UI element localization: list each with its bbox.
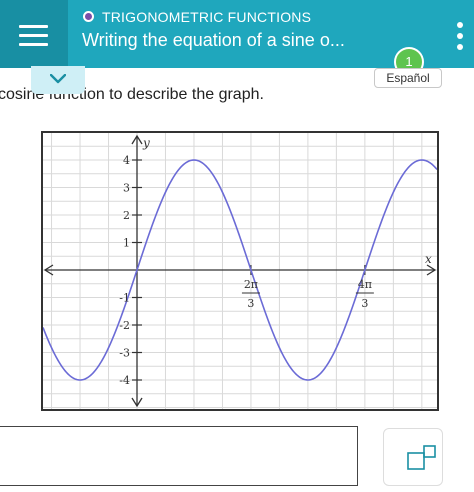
lesson-title: Writing the equation of a sine o... xyxy=(82,30,345,50)
menu-button[interactable] xyxy=(0,0,68,68)
y-tick-label: 1 xyxy=(123,237,130,250)
y-tick-label: -1 xyxy=(119,292,130,305)
y-tick-label: -3 xyxy=(119,347,130,360)
x-tick-denominator: 3 xyxy=(361,297,368,310)
language-button[interactable]: Español xyxy=(374,68,442,88)
y-axis-label: y xyxy=(142,136,150,150)
x-tick-numerator: 2π xyxy=(244,278,258,291)
y-tick-label: -2 xyxy=(119,319,130,332)
hamburger-line xyxy=(19,25,48,28)
equation-tool-button[interactable] xyxy=(383,428,443,486)
topic-label: TRIGONOMETRIC FUNCTIONS xyxy=(102,9,312,25)
sine-graph: xy4321-1-2-3-42π3-2π34π32π8π310π3 xyxy=(43,133,437,409)
y-tick-label: 4 xyxy=(123,154,130,167)
graph: xy4321-1-2-3-42π3-2π34π32π8π310π3 xyxy=(41,131,439,411)
chevron-down-icon xyxy=(50,74,66,84)
superscript-icon xyxy=(407,445,436,470)
collapse-toggle[interactable] xyxy=(31,66,85,94)
hamburger-line xyxy=(19,34,48,37)
y-tick-label: -4 xyxy=(119,374,130,387)
y-tick-label: 3 xyxy=(123,182,130,195)
y-tick-label: 2 xyxy=(123,209,130,222)
hamburger-line xyxy=(19,43,48,46)
x-tick-denominator: 3 xyxy=(247,297,254,310)
x-tick-numerator: 4π xyxy=(358,278,372,291)
answer-input[interactable] xyxy=(0,426,358,486)
topic-dot-icon xyxy=(83,11,94,22)
x-axis-label: x xyxy=(425,252,432,266)
more-options-icon[interactable] xyxy=(454,22,466,50)
